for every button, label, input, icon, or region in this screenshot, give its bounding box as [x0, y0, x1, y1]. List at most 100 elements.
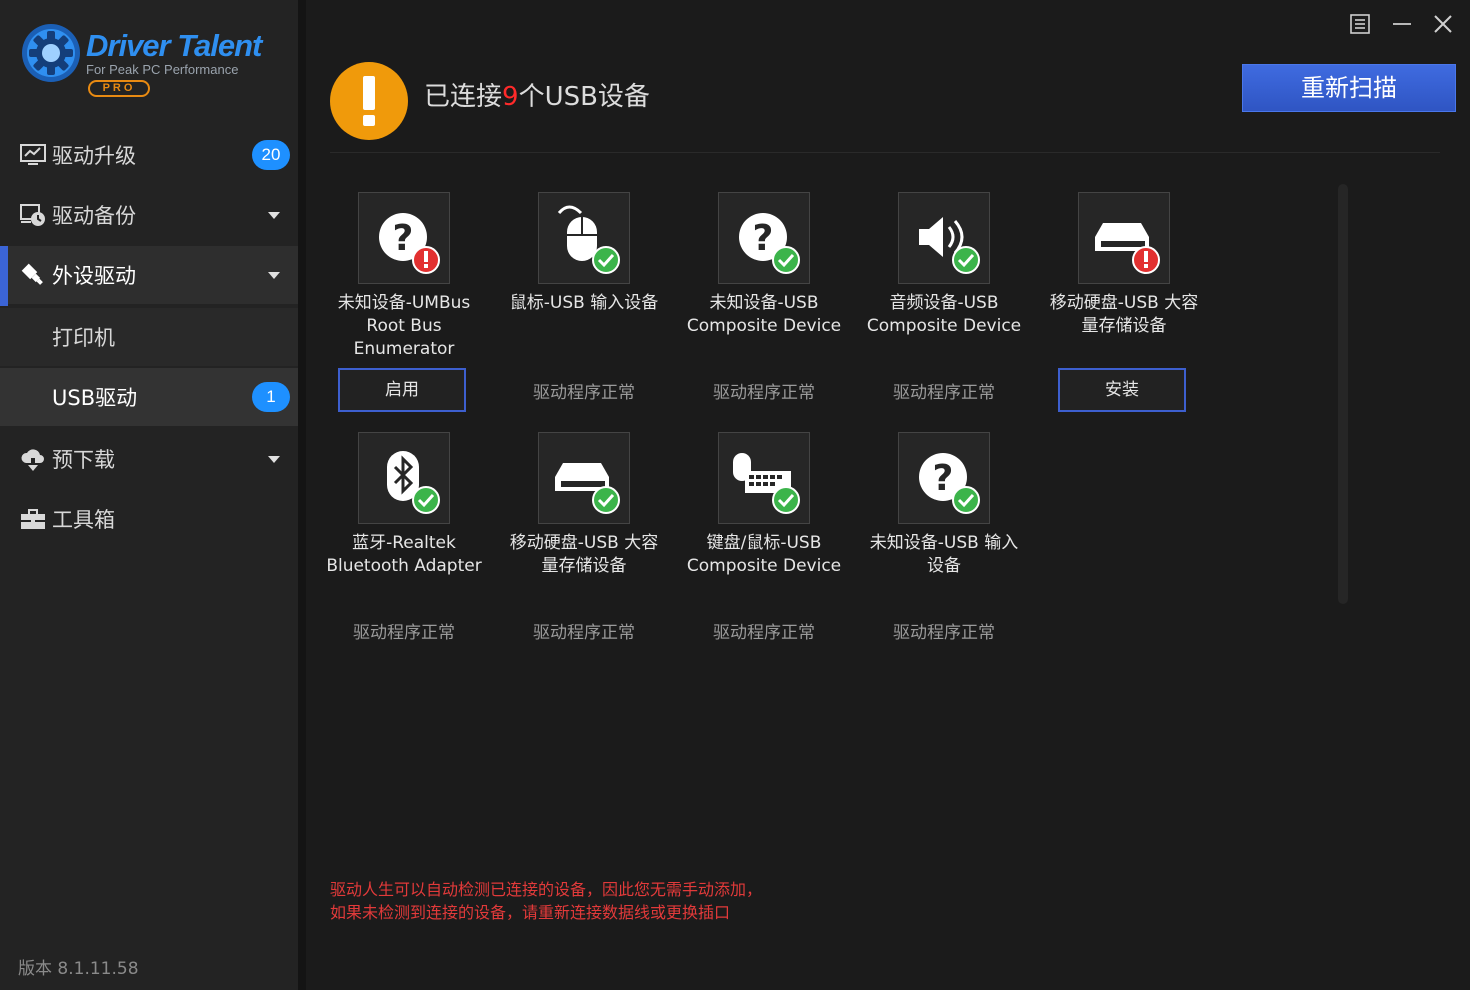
device-card-keyboard-mouse: 键盘/鼠标-USB Composite Device 驱动程序正常 [674, 432, 854, 662]
chevron-down-icon [268, 211, 280, 219]
scrollbar[interactable] [1338, 184, 1348, 604]
bluetooth-icon[interactable] [358, 432, 450, 524]
device-card-usb-input: ? 未知设备-USB 输入 设备 驱动程序正常 [854, 432, 1034, 662]
sidebar-item-toolbox[interactable]: 工具箱 [0, 490, 298, 548]
svg-text:?: ? [393, 218, 414, 259]
enable-button[interactable]: 启用 [338, 368, 466, 412]
sidebar-item-label: USB驱动 [52, 386, 138, 410]
device-name: 移动硬盘-USB 大容 量存储设备 [494, 532, 674, 578]
device-name-line: 量存储设备 [1081, 316, 1167, 336]
device-name: 音频设备-USB Composite Device [854, 292, 1034, 338]
minimize-icon[interactable] [1388, 10, 1416, 38]
usb-plug-icon [21, 263, 43, 285]
device-name-line: 未知设备-USB 输入 [869, 533, 1019, 553]
sidebar-item-label: 预下载 [52, 448, 115, 472]
sidebar-item-label: 驱动备份 [52, 204, 136, 228]
device-card-mouse: 鼠标-USB 输入设备 驱动程序正常 [494, 192, 674, 422]
driver-status: 驱动程序正常 [353, 623, 455, 643]
device-name-line: 键盘/鼠标-USB [706, 533, 822, 553]
help-note-line: 驱动人生可以自动检测已连接的设备，因此您无需手动添加， [330, 880, 763, 899]
device-name: 鼠标-USB 输入设备 [494, 292, 674, 315]
unknown-device-icon[interactable]: ? [718, 192, 810, 284]
device-card-audio: 音频设备-USB Composite Device 驱动程序正常 [854, 192, 1034, 422]
sidebar-item-usb-drivers[interactable]: USB驱动 1 [0, 368, 298, 426]
sidebar-item-driver-backup[interactable]: 驱动备份 [0, 186, 298, 244]
device-card-umbus: ? 未知设备-UMBus Root Bus Enumerator 启用 [314, 192, 494, 422]
gear-logo-icon [22, 24, 80, 82]
hard-drive-icon[interactable] [538, 432, 630, 524]
rescan-button[interactable]: 重新扫描 [1242, 64, 1456, 112]
driver-status: 驱动程序正常 [533, 383, 635, 403]
device-card-composite: ? 未知设备-USB Composite Device 驱动程序正常 [674, 192, 854, 422]
sidebar: Driver Talent For Peak PC Performance PR… [0, 0, 298, 990]
unknown-device-icon[interactable]: ? [898, 432, 990, 524]
device-name: 未知设备-USB 输入 设备 [854, 532, 1034, 578]
device-name-line: 未知设备-USB [709, 293, 819, 313]
device-card-bluetooth: 蓝牙-Realtek Bluetooth Adapter 驱动程序正常 [314, 432, 494, 662]
logo-subtitle: For Peak PC Performance [86, 62, 239, 77]
sidebar-item-driver-update[interactable]: 驱动升级 20 [0, 126, 298, 184]
sidebar-divider [298, 0, 306, 990]
help-note: 驱动人生可以自动检测已连接的设备，因此您无需手动添加， 如果未检测到连接的设备，… [330, 878, 762, 924]
toolbox-icon [21, 509, 45, 529]
device-name-line: 音频设备-USB [889, 293, 999, 313]
device-card-storage: 移动硬盘-USB 大容 量存储设备 安装 [1034, 192, 1214, 422]
device-name-line: Composite Device [866, 316, 1022, 336]
update-count-badge: 20 [252, 140, 290, 170]
unknown-device-icon[interactable]: ? [358, 192, 450, 284]
cloud-download-icon [21, 449, 44, 471]
device-name-line: 蓝牙-Realtek [352, 533, 456, 553]
device-name-line: 量存储设备 [541, 556, 627, 576]
device-name-line: Composite Device [686, 316, 842, 336]
keyboard-mouse-icon[interactable] [718, 432, 810, 524]
device-name-line: 移动硬盘-USB 大容 [1049, 293, 1199, 313]
install-button[interactable]: 安装 [1058, 368, 1186, 412]
device-card-storage-2: 移动硬盘-USB 大容 量存储设备 驱动程序正常 [494, 432, 674, 662]
mouse-icon[interactable] [538, 192, 630, 284]
menu-icon[interactable] [1346, 10, 1374, 38]
device-name-line: Composite Device [686, 556, 842, 576]
page-title: 已连接9个USB设备 [424, 76, 650, 113]
device-name-line: 未知设备-UMBus [337, 293, 471, 313]
backup-clock-icon [20, 204, 45, 226]
driver-status: 驱动程序正常 [893, 623, 995, 643]
device-name-line: 设备 [927, 556, 961, 576]
device-name: 键盘/鼠标-USB Composite Device [674, 532, 854, 578]
title-suffix: 个USB设备 [518, 82, 650, 112]
sidebar-item-pre-download[interactable]: 预下载 [0, 430, 298, 488]
version-label: 版本 8.1.11.58 [18, 959, 139, 979]
device-name: 蓝牙-Realtek Bluetooth Adapter [314, 532, 494, 578]
sidebar-item-printer[interactable]: 打印机 [0, 308, 298, 366]
speaker-icon[interactable] [898, 192, 990, 284]
device-name: 未知设备-USB Composite Device [674, 292, 854, 338]
device-name-line: Bluetooth Adapter [326, 556, 482, 576]
close-icon[interactable] [1429, 10, 1457, 38]
device-name-line: 移动硬盘-USB 大容 [509, 533, 659, 553]
warning-alert-icon [330, 62, 408, 140]
svg-text:?: ? [753, 218, 774, 259]
device-name-line: 鼠标-USB 输入设备 [509, 293, 659, 313]
device-count: 9 [502, 82, 519, 112]
alert-bar [363, 76, 375, 110]
usb-count-badge: 1 [252, 382, 290, 412]
main-panel: 已连接9个USB设备 重新扫描 ? 未知设备-UMBus Root Bus En… [306, 0, 1470, 990]
device-name-line: Root Bus [366, 316, 442, 336]
chevron-down-icon [268, 455, 280, 463]
logo-title: Driver Talent [86, 28, 262, 63]
monitor-icon [20, 144, 46, 165]
driver-status: 驱动程序正常 [893, 383, 995, 403]
driver-status: 驱动程序正常 [533, 623, 635, 643]
title-prefix: 已连接 [424, 82, 503, 112]
driver-status: 驱动程序正常 [713, 623, 815, 643]
alert-dot [363, 115, 375, 126]
app-logo: Driver Talent For Peak PC Performance PR… [20, 20, 290, 104]
sidebar-item-label: 驱动升级 [52, 144, 136, 168]
sidebar-item-peripheral-drivers[interactable]: 外设驱动 [0, 246, 298, 306]
sidebar-item-label: 外设驱动 [52, 264, 136, 288]
hard-drive-icon[interactable] [1078, 192, 1170, 284]
edition-badge: PRO [88, 80, 150, 97]
sidebar-item-label: 打印机 [52, 326, 115, 350]
sidebar-item-label: 工具箱 [52, 508, 115, 532]
device-name: 移动硬盘-USB 大容 量存储设备 [1034, 292, 1214, 338]
help-note-line: 如果未检测到连接的设备，请重新连接数据线或更换插口 [330, 903, 731, 922]
